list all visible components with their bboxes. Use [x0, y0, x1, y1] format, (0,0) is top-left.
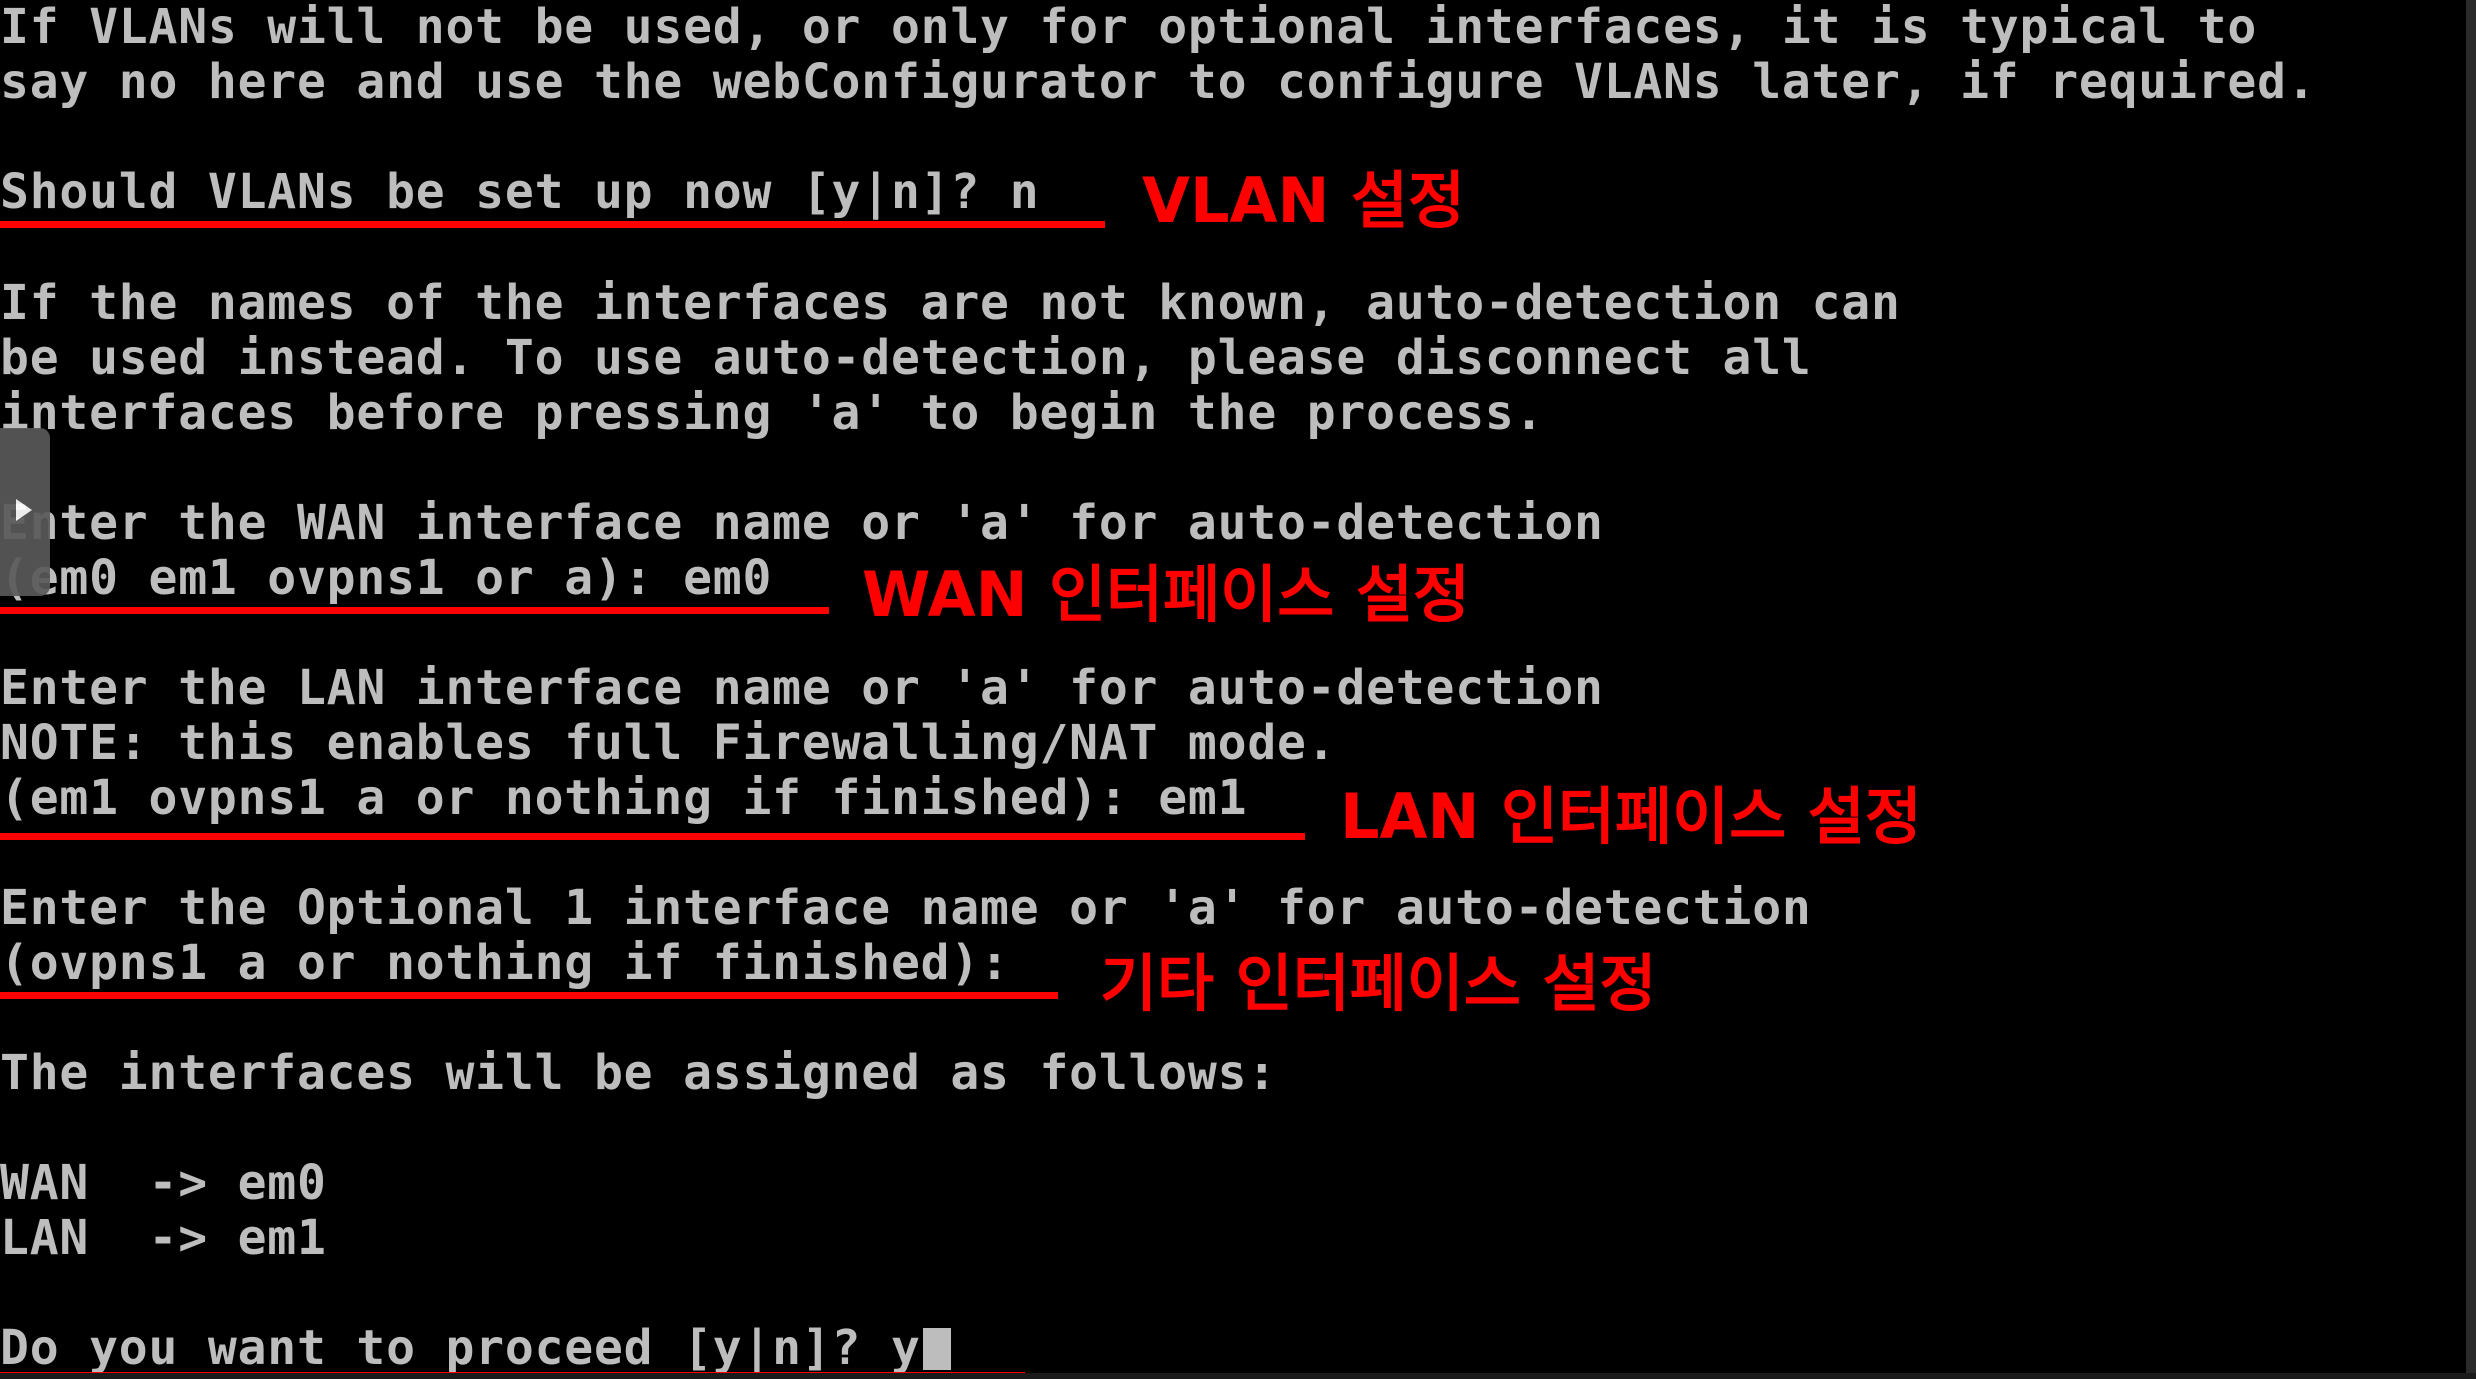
vm-console-screen: If VLANs will not be used, or only for o…	[0, 0, 2476, 1379]
lan-prompt-text: Enter the LAN interface name or 'a' for …	[0, 660, 1604, 716]
text-cursor	[922, 1328, 951, 1370]
vlan-annotation: VLAN 설정	[1142, 164, 1466, 237]
wan-annotation: WAN 인터페이스 설정	[862, 558, 1470, 631]
terminal-line: If the names of the interfaces are not k…	[0, 275, 1901, 331]
wan-underline	[0, 607, 829, 614]
optional-underline	[0, 992, 1058, 999]
window-bottom-edge	[0, 1373, 2476, 1379]
wan-prompt-text: Enter the WAN interface name or 'a' for …	[0, 495, 1604, 551]
play-icon	[16, 499, 32, 521]
vlan-underline	[0, 221, 1105, 228]
assignment-heading: The interfaces will be assigned as follo…	[0, 1045, 1278, 1101]
lan-prompt-input: (em1 ovpns1 a or nothing if finished): e…	[0, 770, 1248, 826]
lan-annotation: LAN 인터페이스 설정	[1340, 780, 1922, 853]
vlan-prompt: Should VLANs be set up now [y|n]? n	[0, 164, 1040, 220]
proceed-prompt-text: Do you want to proceed [y|n]? y	[0, 1320, 921, 1376]
terminal-line: say no here and use the webConfigurator …	[0, 54, 2317, 110]
terminal-line: If VLANs will not be used, or only for o…	[0, 0, 2258, 55]
proceed-prompt[interactable]: Do you want to proceed [y|n]? y	[0, 1321, 951, 1376]
side-panel-toggle[interactable]	[0, 428, 50, 596]
wan-assignment: WAN -> em0	[0, 1155, 327, 1211]
terminal-line: be used instead. To use auto-detection, …	[0, 330, 1812, 386]
wan-prompt-input: (em0 em1 ovpns1 or a): em0	[0, 550, 773, 606]
lan-underline	[0, 833, 1305, 840]
optional-prompt-text: Enter the Optional 1 interface name or '…	[0, 880, 1812, 936]
lan-note-text: NOTE: this enables full Firewalling/NAT …	[0, 715, 1337, 771]
window-edge	[2466, 0, 2476, 1379]
optional-prompt-input: (ovpns1 a or nothing if finished):	[0, 935, 1010, 991]
optional-annotation: 기타 인터페이스 설정	[1100, 947, 1657, 1020]
lan-assignment: LAN -> em1	[0, 1210, 327, 1266]
terminal-line: interfaces before pressing 'a' to begin …	[0, 385, 1545, 441]
